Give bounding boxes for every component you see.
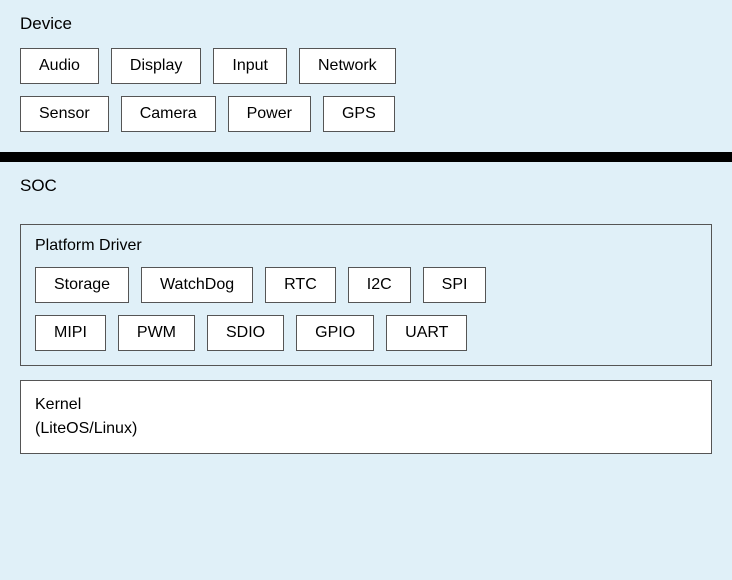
chip-input: Input	[213, 48, 287, 84]
divider	[0, 152, 732, 162]
kernel-label: Kernel(LiteOS/Linux)	[35, 396, 137, 437]
chip-spi: SPI	[423, 267, 487, 303]
kernel-box: Kernel(LiteOS/Linux)	[20, 380, 712, 454]
platform-driver-box: Platform Driver Storage WatchDog RTC I2C…	[20, 224, 712, 366]
device-chip-grid: Audio Display Input Network Sensor Camer…	[20, 48, 712, 132]
platform-driver-label: Platform Driver	[35, 237, 697, 255]
platform-row-1: Storage WatchDog RTC I2C SPI	[35, 267, 697, 303]
chip-rtc: RTC	[265, 267, 336, 303]
chip-uart: UART	[386, 315, 467, 351]
chip-sensor: Sensor	[20, 96, 109, 132]
soc-label: SOC	[20, 176, 712, 196]
chip-pwm: PWM	[118, 315, 195, 351]
chip-gps: GPS	[323, 96, 395, 132]
chip-camera: Camera	[121, 96, 216, 132]
chip-network: Network	[299, 48, 396, 84]
chip-audio: Audio	[20, 48, 99, 84]
device-row-2: Sensor Camera Power GPS	[20, 96, 712, 132]
soc-section: SOC Platform Driver Storage WatchDog RTC…	[0, 162, 732, 580]
chip-i2c: I2C	[348, 267, 411, 303]
platform-row-2: MIPI PWM SDIO GPIO UART	[35, 315, 697, 351]
chip-display: Display	[111, 48, 201, 84]
device-section: Device Audio Display Input Network Senso…	[0, 0, 732, 152]
chip-mipi: MIPI	[35, 315, 106, 351]
platform-driver-grid: Storage WatchDog RTC I2C SPI MIPI PWM SD…	[35, 267, 697, 351]
chip-power: Power	[228, 96, 311, 132]
chip-sdio: SDIO	[207, 315, 284, 351]
chip-gpio: GPIO	[296, 315, 374, 351]
device-label: Device	[20, 14, 712, 34]
device-row-1: Audio Display Input Network	[20, 48, 712, 84]
chip-watchdog: WatchDog	[141, 267, 253, 303]
chip-storage: Storage	[35, 267, 129, 303]
